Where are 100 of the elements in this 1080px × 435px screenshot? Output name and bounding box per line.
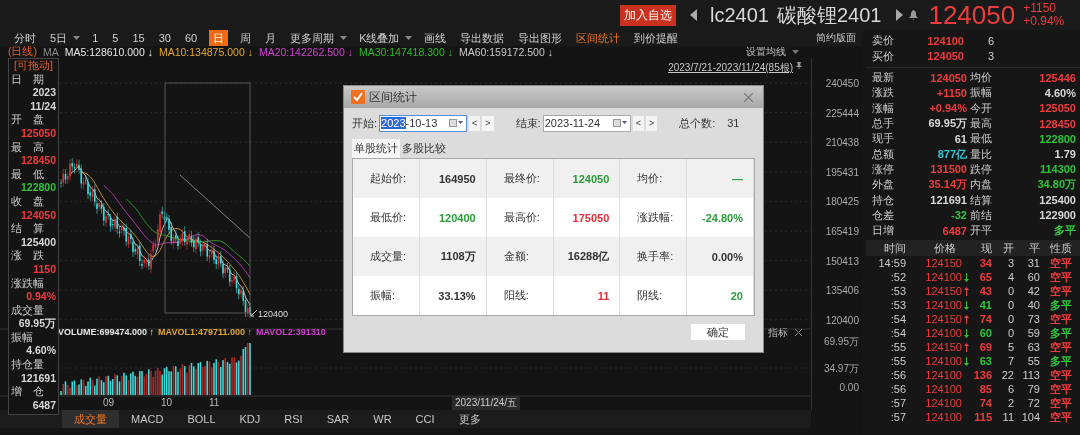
quote-price: 124050 [927, 50, 964, 63]
price-axis-label: 165419 [825, 226, 859, 237]
info-label: 增 仓 [11, 385, 45, 399]
end-date-field[interactable]: 2023-11-24 [542, 114, 631, 132]
dialog-tab[interactable]: 单股统计 [352, 139, 400, 158]
toolbar-item[interactable]: 分时 [12, 30, 38, 46]
indicator-tab[interactable]: CCI [403, 410, 447, 428]
indicator-tab[interactable]: BOLL [175, 410, 228, 428]
quote-value: 121691 [930, 194, 967, 206]
quote-value: 125446 [1039, 71, 1076, 84]
quote-value: 122800 [1039, 132, 1076, 145]
trade-open: 11 [1001, 411, 1014, 424]
moving-average-settings[interactable]: 设置均线 [746, 45, 787, 59]
quote-label: 总额 [872, 146, 895, 162]
date-range-link[interactable]: 2023/7/21-2023/11/24(85根) [668, 61, 794, 75]
info-panel[interactable]: [可拖动] 日 期 2023 11/24 开 盘 125050 最 高 128450 最 低 122800 收 盘 124050 结 算 125400 涨 跌 1150 涨跌幅 0.94% 成交量 69.95万 振幅 4.60% 持仓量 121691 增 仓 6487 [8, 58, 59, 415]
add-to-watchlist-button[interactable]: 加入自选 [620, 4, 676, 26]
start-date-field[interactable]: 2023-10-13 [379, 114, 468, 132]
price-change: +1150 [1023, 2, 1057, 15]
toolbar-item[interactable]: 更多周期 [288, 30, 337, 46]
next-button[interactable]: > [645, 115, 658, 131]
ok-button[interactable]: 确定 [690, 323, 746, 341]
quote-value: 125400 [1039, 194, 1076, 206]
trade-price: 124100 [924, 383, 962, 396]
toolbar-item[interactable]: 月 [263, 30, 279, 46]
trade-open: 3 [1006, 257, 1014, 270]
quote-value: 4.60% [1044, 86, 1076, 99]
selection-rectangle[interactable] [164, 82, 251, 314]
column-header: 性质 [1049, 240, 1072, 256]
trade-nature: 空平 [1050, 284, 1072, 297]
trade-volume: 63 [979, 355, 992, 368]
toolbar-item[interactable]: 画线 [422, 30, 449, 46]
trade-open: 2 [1006, 397, 1014, 410]
calendar-icon[interactable] [612, 119, 627, 127]
toolbar-item[interactable]: 1 [90, 30, 101, 46]
pin-icon[interactable] [795, 62, 804, 70]
toolbar-item[interactable]: 导出数据 [458, 30, 507, 46]
indicator-button[interactable]: 指标 [768, 326, 788, 340]
close-icon[interactable] [795, 329, 802, 336]
toolbar-item[interactable]: 到价提醒 [632, 30, 681, 46]
trade-close: 60 [1026, 271, 1040, 284]
calendar-icon[interactable] [449, 119, 464, 127]
quote-label: 买价 [872, 48, 895, 64]
volume-axis-label: 69.95万 [823, 335, 859, 349]
next-icon[interactable] [895, 9, 904, 21]
trade-price: 124100 [924, 327, 962, 340]
caret-icon[interactable] [73, 36, 81, 40]
toolbar-item[interactable]: 区间统计 [574, 30, 623, 46]
quote-label: 今开 [970, 100, 993, 116]
quote-label: 总手 [872, 116, 895, 132]
axis-label: 11 [209, 397, 220, 408]
trade-volume: 65 [979, 271, 992, 284]
indicator-tab[interactable]: RSI [272, 410, 315, 428]
previous-icon[interactable] [690, 9, 698, 21]
next-button[interactable]: > [482, 115, 494, 131]
toolbar-item[interactable]: 60 [182, 30, 200, 46]
trade-close: 40 [1026, 299, 1040, 312]
info-label: 结 算 [11, 222, 45, 236]
trade-time: :55 [889, 341, 906, 354]
previous-button[interactable]: < [632, 115, 644, 131]
quote-label: 跌停 [970, 161, 993, 177]
info-value: 0.94% [26, 290, 56, 304]
table-cell: 换手率: [620, 237, 688, 276]
trade-price: 124100 [924, 299, 962, 312]
info-value: 69.95万 [18, 317, 56, 331]
trade-open: 0 [1006, 327, 1014, 340]
table-cell: 175050 [572, 211, 610, 224]
toolbar-item[interactable]: 30 [156, 30, 173, 46]
caret-icon[interactable] [792, 50, 800, 54]
layout-button[interactable]: 简约版面 [816, 31, 856, 45]
volume-value: MAVOL1:479711.000 ↑ [158, 327, 252, 337]
caret-icon[interactable] [340, 36, 348, 40]
indicator-tab[interactable]: KDJ [227, 410, 273, 428]
toolbar-item[interactable]: 周 [238, 30, 254, 46]
toolbar-item[interactable]: 5 [110, 30, 121, 46]
caret-icon[interactable] [405, 36, 413, 40]
toolbar-item[interactable]: 导出图形 [516, 30, 565, 46]
toolbar-item[interactable]: 15 [130, 30, 147, 46]
quote-label: 涨幅 [872, 100, 895, 116]
indicator-tab[interactable]: 更多 [446, 410, 493, 428]
previous-button[interactable]: < [469, 115, 481, 131]
cursor-date: 2023/11/24/五 [452, 396, 521, 410]
toolbar-item[interactable]: K线叠加 [357, 30, 402, 46]
indicator-tab[interactable]: WR [361, 410, 404, 428]
trade-nature: 空平 [1050, 396, 1072, 409]
bell-icon[interactable] [909, 10, 919, 20]
info-label: 开 盘 [11, 113, 45, 127]
trade-price: 124100 [924, 355, 962, 368]
trade-price: 124150 [924, 313, 962, 326]
toolbar-item[interactable]: 5日 [48, 30, 70, 46]
indicator-tab[interactable]: 成交量 [62, 410, 119, 428]
quote-label: 均价 [970, 70, 993, 86]
moving-average-value: MA10:134875.000 ↓ [158, 46, 253, 58]
trade-open: 0 [1006, 299, 1014, 312]
indicator-tab[interactable]: MACD [119, 410, 176, 428]
trade-open: 0 [1006, 313, 1014, 326]
price-change-percent: +0.94% [1023, 15, 1065, 28]
field-label: 开始: [352, 115, 378, 131]
moving-average-value: MA5:128610.000 ↓ [64, 46, 153, 58]
indicator-tab[interactable]: SAR [314, 410, 362, 428]
